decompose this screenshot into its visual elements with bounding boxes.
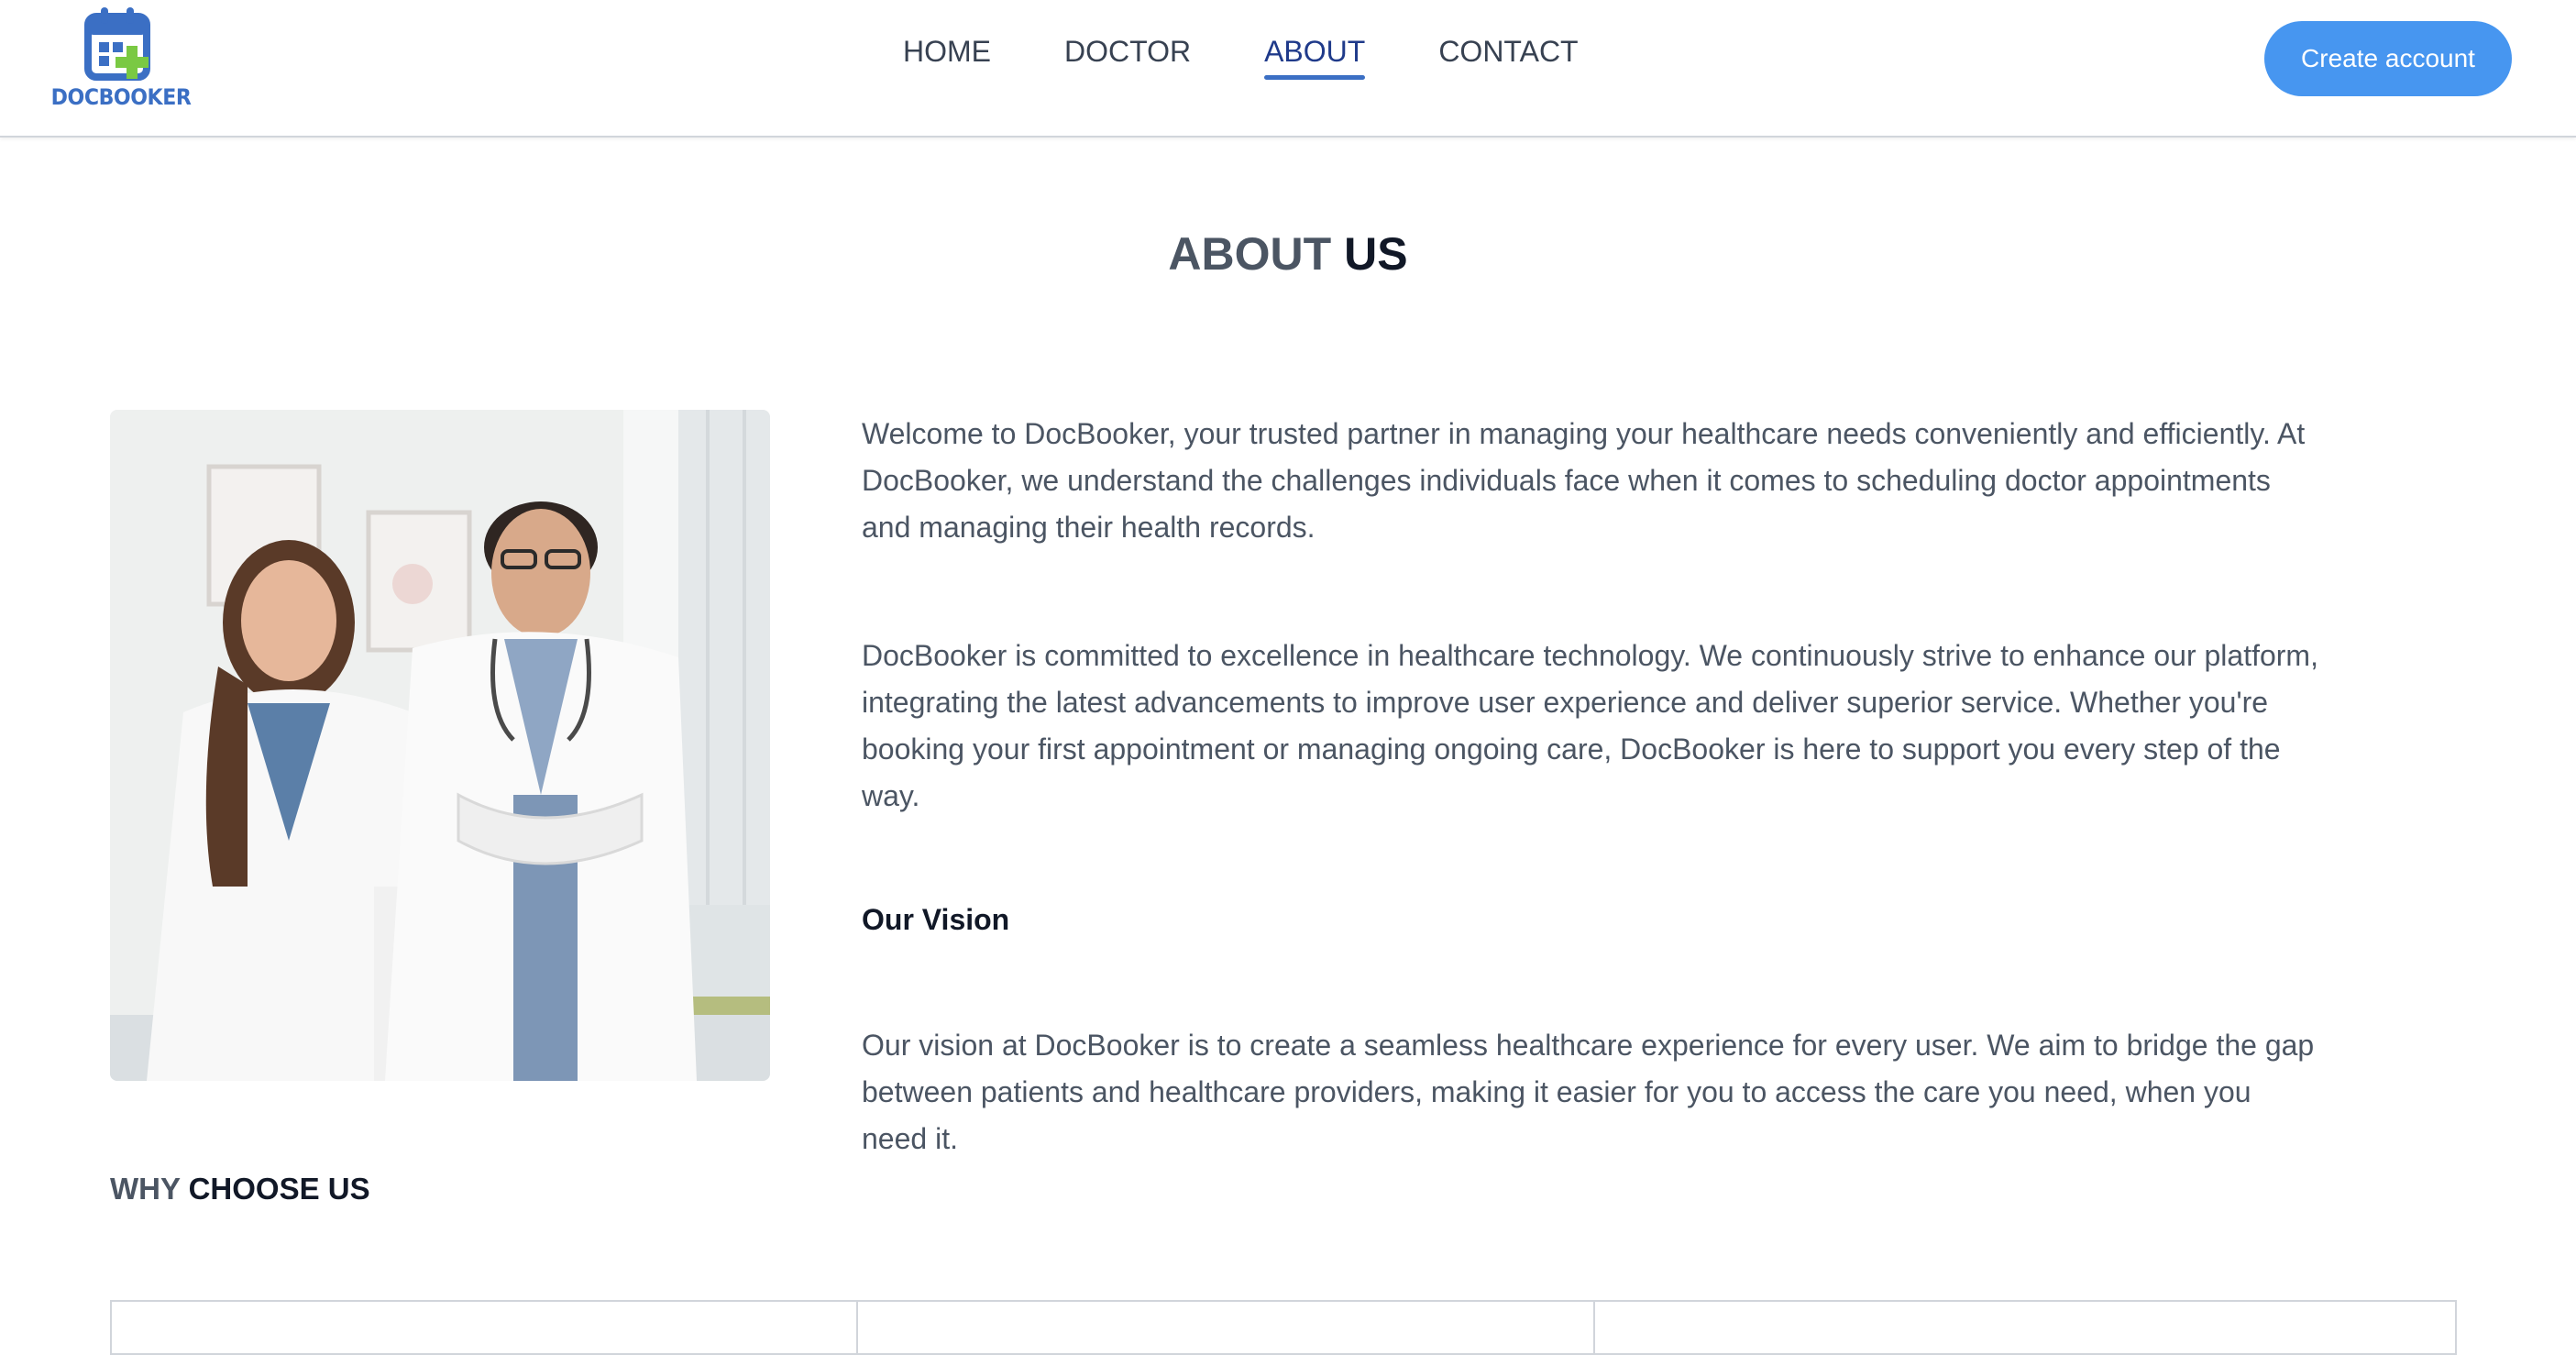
nav-contact[interactable]: CONTACT: [1438, 35, 1578, 80]
nav-home[interactable]: HOME: [903, 35, 991, 80]
about-text: Welcome to DocBooker, your trusted partn…: [862, 411, 2319, 1162]
why-title-strong: CHOOSE US: [188, 1172, 370, 1206]
why-title-prefix: WHY: [110, 1172, 181, 1206]
calendar-plus-icon: [84, 7, 150, 81]
feature-card[interactable]: [858, 1302, 1595, 1353]
features-grid: [110, 1300, 2457, 1355]
about-title-strong: US: [1344, 228, 1408, 280]
nav-doctor[interactable]: DOCTOR: [1064, 35, 1191, 80]
main-nav: HOME DOCTOR ABOUT CONTACT: [903, 35, 1579, 80]
vision-paragraph: Our vision at DocBooker is to create a s…: [862, 1029, 2315, 1155]
logo[interactable]: DOCBOOKER: [51, 6, 192, 116]
feature-card[interactable]: [112, 1302, 858, 1353]
create-account-button[interactable]: Create account: [2264, 21, 2512, 96]
why-choose-us-title: WHY CHOOSE US: [110, 1172, 370, 1206]
about-title-prefix: ABOUT: [1168, 228, 1332, 280]
navbar: DOCBOOKER HOME DOCTOR ABOUT CONTACT Crea…: [0, 0, 2576, 138]
nav-about[interactable]: ABOUT: [1264, 35, 1366, 80]
feature-card[interactable]: [1595, 1302, 2455, 1353]
about-paragraph-1: Welcome to DocBooker, your trusted partn…: [862, 417, 2306, 544]
doctors-photo: [110, 410, 770, 1081]
about-paragraph-2: DocBooker is committed to excellence in …: [862, 639, 2318, 812]
logo-text: DOCBOOKER: [50, 84, 192, 110]
vision-title: Our Vision: [862, 903, 1010, 936]
about-title: ABOUT US: [0, 227, 2576, 281]
